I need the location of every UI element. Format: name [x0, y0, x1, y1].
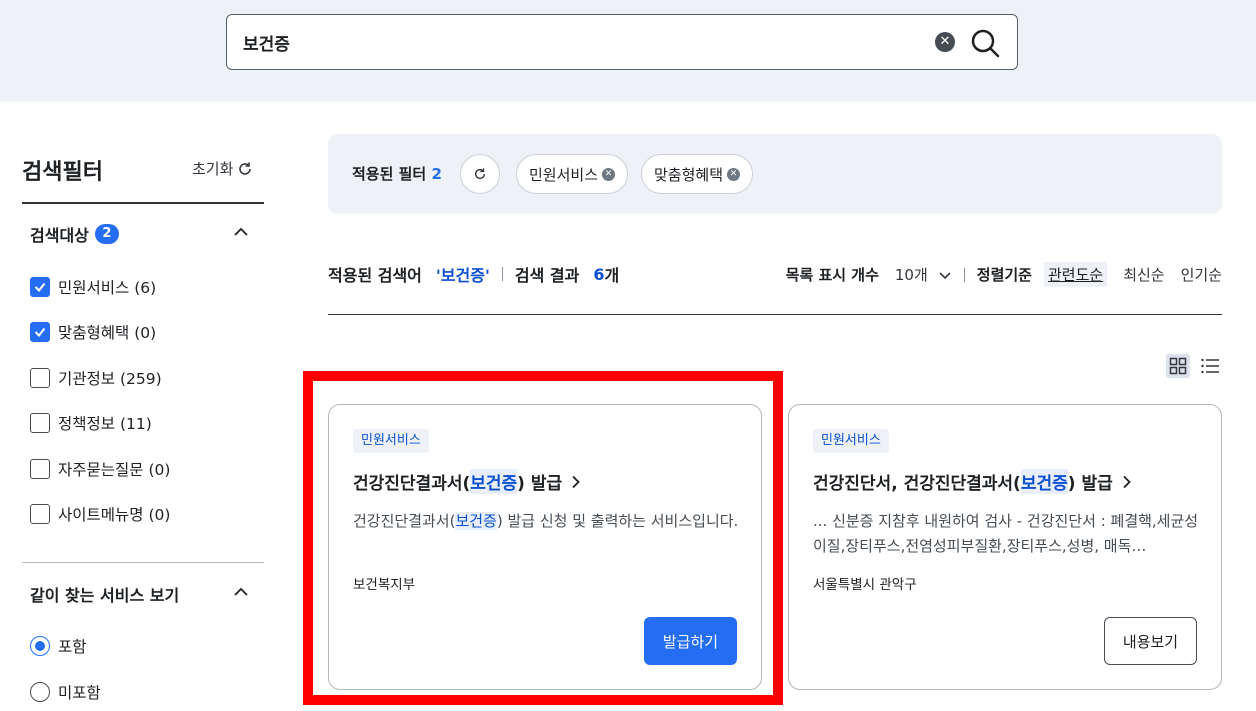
refresh-icon: [239, 162, 252, 175]
checkbox-label: 자주묻는질문 (0): [58, 461, 171, 479]
checkbox-label: 정책정보 (11): [58, 415, 152, 433]
separator: [501, 267, 503, 281]
page-size-label: 목록 표시 개수: [785, 266, 879, 284]
radio[interactable]: [30, 682, 50, 702]
sort-popular[interactable]: 인기순: [1181, 264, 1222, 285]
result-unit: 개: [604, 266, 620, 285]
card-title-link[interactable]: 건강진단서, 건강진단결과서(보건증) 발급: [813, 469, 1135, 494]
card-category-tag: 민원서비스: [353, 429, 429, 453]
card-title-highlight: 보건증: [470, 469, 518, 494]
checkbox-checked-icon[interactable]: [30, 322, 50, 342]
sort-label: 정렬기준: [976, 266, 1032, 284]
divider: [22, 562, 264, 563]
filter-chip-custom-benefit[interactable]: 맞춤형혜택 ✕: [641, 154, 754, 194]
checkbox[interactable]: [30, 368, 50, 388]
card-description: ... 신분증 지참후 내원하여 검사 - 건강진단서 : 폐결핵,세균성이질,…: [813, 512, 1199, 555]
refresh-icon: [474, 168, 486, 180]
result-card: 민원서비스 건강진단결과서(보건증) 발급 건강진단결과서(보건증) 발급 신청…: [328, 404, 762, 690]
section-title: 검색대상: [30, 226, 89, 245]
applied-count: 2: [431, 165, 442, 183]
grid-view-icon[interactable]: [1166, 354, 1190, 378]
checkbox-site-menu[interactable]: 사이트메뉴명 (0): [30, 503, 170, 525]
query-label: 적용된 검색어: [328, 266, 422, 285]
section-title: 같이 찾는 서비스 보기: [30, 586, 180, 605]
chip-label: 맞춤형혜택: [654, 165, 724, 184]
view-details-button[interactable]: 내용보기: [1104, 617, 1197, 665]
card-title-highlight: 보건증: [1020, 469, 1068, 494]
card-title-text: 건강진단서, 건강진단결과서(: [813, 474, 1021, 494]
card-organization: 서울특별시 관악구: [813, 577, 917, 593]
radio-exclude[interactable]: 미포함: [30, 681, 101, 703]
radio-label: 포함: [58, 638, 87, 656]
checkbox-civil-service[interactable]: 민원서비스 (6): [30, 276, 156, 298]
chevron-down-icon: [939, 271, 951, 279]
filter-title: 검색필터: [22, 160, 103, 185]
separator: [963, 267, 965, 282]
applied-filter-bar: 적용된 필터 2 민원서비스 ✕ 맞춤형혜택 ✕: [328, 134, 1222, 214]
radio-checked-icon[interactable]: [30, 636, 50, 656]
page-size-select[interactable]: 10개: [895, 264, 952, 285]
card-desc-text: ) 발급 신청 및 출력하는 서비스입니다.: [496, 512, 739, 530]
checkbox[interactable]: [30, 459, 50, 479]
divider: [22, 202, 264, 204]
sort-latest[interactable]: 최신순: [1123, 264, 1164, 285]
query-value: '보건증': [435, 266, 490, 285]
checkbox-custom-benefit[interactable]: 맞춤형혜택 (0): [30, 321, 156, 343]
card-title-text: ) 발급: [517, 474, 563, 494]
reset-filter-button[interactable]: 초기화: [192, 158, 253, 179]
chevron-right-icon: [572, 475, 580, 488]
search-header: ✕: [0, 0, 1256, 102]
search-box: ✕: [226, 14, 1018, 70]
checkbox[interactable]: [30, 413, 50, 433]
section-related-services[interactable]: 같이 찾는 서비스 보기: [30, 582, 179, 606]
reset-label: 초기화: [192, 160, 234, 178]
result-label: 검색 결과: [514, 266, 580, 285]
chevron-right-icon: [1123, 475, 1131, 488]
checkbox-label: 맞춤형혜택 (0): [58, 324, 157, 342]
divider: [328, 314, 1222, 315]
checkbox-faq[interactable]: 자주묻는질문 (0): [30, 458, 170, 480]
chevron-up-icon[interactable]: [232, 583, 250, 601]
sort-relevance[interactable]: 관련도순: [1043, 262, 1108, 287]
checkbox-checked-icon[interactable]: [30, 277, 50, 297]
chevron-up-icon[interactable]: [232, 223, 250, 241]
applied-label-text: 적용된 필터: [352, 165, 427, 183]
checkbox-label: 민원서비스 (6): [58, 279, 157, 297]
chip-label: 민원서비스: [529, 165, 599, 184]
card-desc-text: 건강진단결과서(: [353, 512, 456, 530]
remove-chip-icon[interactable]: ✕: [727, 167, 741, 181]
page-size-value: 10개: [894, 266, 928, 284]
section-search-target[interactable]: 검색대상 2: [30, 222, 119, 246]
card-description: 건강진단결과서(보건증) 발급 신청 및 출력하는 서비스입니다.: [353, 509, 739, 534]
card-organization: 보건복지부: [353, 577, 416, 593]
checkbox-label: 사이트메뉴명 (0): [58, 506, 171, 524]
search-icon[interactable]: [969, 27, 1001, 59]
card-title-text: 건강진단결과서(: [353, 474, 471, 494]
close-circle-icon[interactable]: ✕: [935, 32, 955, 52]
search-input[interactable]: [243, 29, 923, 55]
checkbox-label: 기관정보 (259): [58, 370, 162, 388]
remove-chip-icon[interactable]: ✕: [602, 167, 616, 181]
radio-label: 미포함: [58, 684, 101, 702]
filter-chip-civil-service[interactable]: 민원서비스 ✕: [516, 154, 629, 194]
applied-filter-label: 적용된 필터 2: [352, 163, 442, 184]
list-view-icon[interactable]: [1200, 356, 1220, 376]
card-title-text: ) 발급: [1067, 474, 1113, 494]
result-count: 6: [593, 264, 605, 284]
refresh-filter-button[interactable]: [460, 154, 500, 194]
result-card: 민원서비스 건강진단서, 건강진단결과서(보건증) 발급 ... 신분증 지참후…: [788, 404, 1222, 690]
issue-button[interactable]: 발급하기: [644, 617, 737, 665]
card-category-tag: 민원서비스: [813, 429, 889, 453]
sort-controls: 목록 표시 개수 10개 정렬기준 관련도순 최신순 인기순: [786, 262, 1222, 287]
card-desc-highlight: 보건증: [455, 512, 497, 530]
count-badge: 2: [94, 224, 119, 244]
radio-include[interactable]: 포함: [30, 635, 87, 657]
result-summary: 적용된 검색어 '보건증' 검색 결과 6 개: [328, 262, 619, 286]
checkbox-agency-info[interactable]: 기관정보 (259): [30, 367, 162, 389]
checkbox[interactable]: [30, 504, 50, 524]
card-title-link[interactable]: 건강진단결과서(보건증) 발급: [353, 469, 584, 494]
checkbox-policy-info[interactable]: 정책정보 (11): [30, 412, 152, 434]
